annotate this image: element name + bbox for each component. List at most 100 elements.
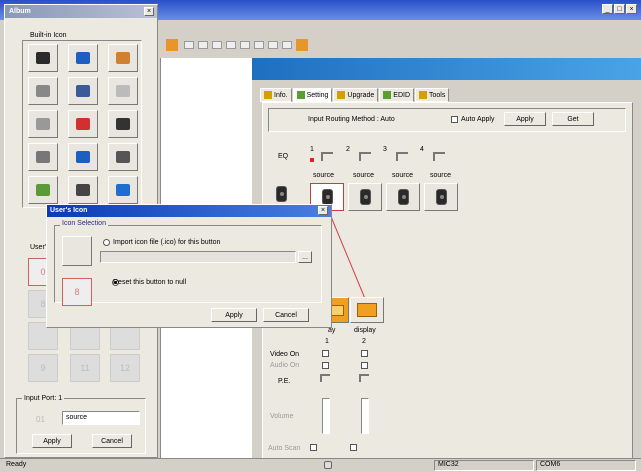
album-apply-button[interactable]: Apply (32, 434, 72, 448)
grid-icon[interactable] (166, 39, 178, 51)
tab-info[interactable]: Info. (260, 88, 292, 102)
auto-apply-checkbox[interactable] (451, 116, 458, 123)
routing-get-button[interactable]: Get (552, 112, 594, 126)
auto-scan-checkbox[interactable] (350, 444, 357, 451)
builtin-icon-cell[interactable] (28, 110, 58, 138)
picture-icon (36, 184, 50, 196)
builtin-icon-cell[interactable] (28, 77, 58, 105)
close-button[interactable]: × (626, 4, 637, 14)
builtin-icon-cell[interactable] (68, 143, 98, 171)
pe-slider-icon[interactable] (320, 374, 330, 382)
tools-icon[interactable] (296, 39, 308, 51)
audio-on-checkbox[interactable] (361, 362, 368, 369)
video-on-checkbox[interactable] (361, 350, 368, 357)
dvd-icon (116, 85, 130, 97)
minimize-button[interactable]: _ (602, 4, 613, 14)
eq-label: EQ (278, 153, 289, 160)
routing-apply-button[interactable]: Apply (504, 112, 546, 126)
auto-apply-label: Auto Apply (461, 116, 495, 123)
layout2-icon[interactable] (282, 41, 292, 49)
source-speaker-icon (276, 186, 287, 202)
red-indicator-icon (310, 158, 314, 162)
builtin-icon-cell[interactable] (108, 143, 138, 171)
builtin-icon-cell[interactable] (28, 176, 58, 204)
builtin-icon-cell[interactable] (108, 44, 138, 72)
distribute-icon[interactable] (240, 41, 250, 49)
builtin-icon-cell[interactable] (28, 143, 58, 171)
reset-label: Reset this button to null (113, 279, 187, 286)
dialog-preview-selected: 8 (62, 278, 92, 306)
status-port: COM6 (536, 460, 636, 471)
icon-selection-label: Icon Selection (60, 220, 108, 227)
builtin-icon-cell[interactable] (68, 176, 98, 204)
icon-path-input[interactable] (100, 251, 296, 263)
tab-upgrade[interactable]: Upgrade (333, 88, 379, 102)
eq-slider-icon[interactable] (433, 152, 445, 161)
eq-number: 1 (310, 146, 314, 153)
speaker-icon (321, 189, 333, 205)
eq-row: 1 2 3 4 (307, 146, 467, 164)
user-cell[interactable]: 12 (110, 354, 140, 382)
pe-slider-icon[interactable] (359, 374, 369, 382)
port-number: 2 (362, 338, 366, 345)
volume-slider[interactable] (322, 398, 330, 434)
volume-label: Volume (270, 413, 294, 420)
auto-scan-checkbox[interactable] (310, 444, 317, 451)
browse-button[interactable]: ... (298, 251, 312, 263)
align-right-icon[interactable] (226, 41, 236, 49)
audio-on-checkbox[interactable] (322, 362, 329, 369)
album-close-button[interactable]: × (144, 7, 154, 16)
eq-number: 3 (383, 146, 387, 153)
source-label: source (430, 172, 452, 179)
eq-slider-icon[interactable] (321, 152, 333, 161)
display-label-truncated: ay (328, 327, 336, 334)
source-button-4[interactable] (424, 183, 458, 211)
tab-edid[interactable]: EDID (379, 88, 415, 102)
builtin-icon-cell[interactable] (108, 77, 138, 105)
port-name-input[interactable]: source (62, 411, 140, 425)
eq-number: 2 (346, 146, 350, 153)
layout-icon[interactable] (268, 41, 278, 49)
key-icon (36, 118, 50, 130)
dialog-close-button[interactable]: × (318, 206, 328, 215)
video-on-checkbox[interactable] (322, 350, 329, 357)
tab-tools[interactable]: Tools (415, 88, 450, 102)
dialog-title-bar (47, 205, 331, 217)
eq-slider-icon[interactable] (396, 152, 408, 161)
display-label: display (354, 327, 376, 334)
dialog-cancel-button[interactable]: Cancel (263, 308, 309, 322)
display-button-2[interactable] (350, 297, 384, 323)
port-num: 01 (36, 415, 45, 424)
toolbar (160, 32, 641, 58)
builtin-icon-cell[interactable] (28, 44, 58, 72)
video-camera-icon (76, 184, 90, 196)
stack-icon[interactable] (254, 41, 264, 49)
import-label: Import icon file (.ico) for this button (113, 239, 221, 246)
import-radio[interactable] (103, 239, 110, 246)
align-left-icon[interactable] (198, 41, 208, 49)
align-center-icon[interactable] (212, 41, 222, 49)
headphones-icon (76, 118, 90, 130)
eq-slider-icon[interactable] (359, 152, 371, 161)
connection-icon (324, 461, 332, 469)
window-controls: _ □ × (602, 4, 637, 14)
display-icon (116, 184, 130, 196)
album-cancel-button[interactable]: Cancel (92, 434, 132, 448)
builtin-icon-cell[interactable] (108, 176, 138, 204)
status-ready: Ready (6, 461, 27, 468)
maximize-button[interactable]: □ (614, 4, 625, 14)
status-device: MIC32 (434, 460, 534, 471)
source-button-3[interactable] (386, 183, 420, 211)
connect-icon[interactable] (184, 41, 194, 49)
speaker-icon (359, 189, 371, 205)
port-number: 1 (325, 338, 329, 345)
builtin-icon-cell[interactable] (68, 77, 98, 105)
user-cell[interactable]: 11 (70, 354, 100, 382)
builtin-icon-cell[interactable] (68, 110, 98, 138)
user-cell[interactable]: 9 (28, 354, 58, 382)
tab-setting[interactable]: Setting (292, 88, 333, 102)
builtin-icon-cell[interactable] (108, 110, 138, 138)
builtin-icon-cell[interactable] (68, 44, 98, 72)
volume-slider[interactable] (361, 398, 369, 434)
dialog-apply-button[interactable]: Apply (211, 308, 257, 322)
